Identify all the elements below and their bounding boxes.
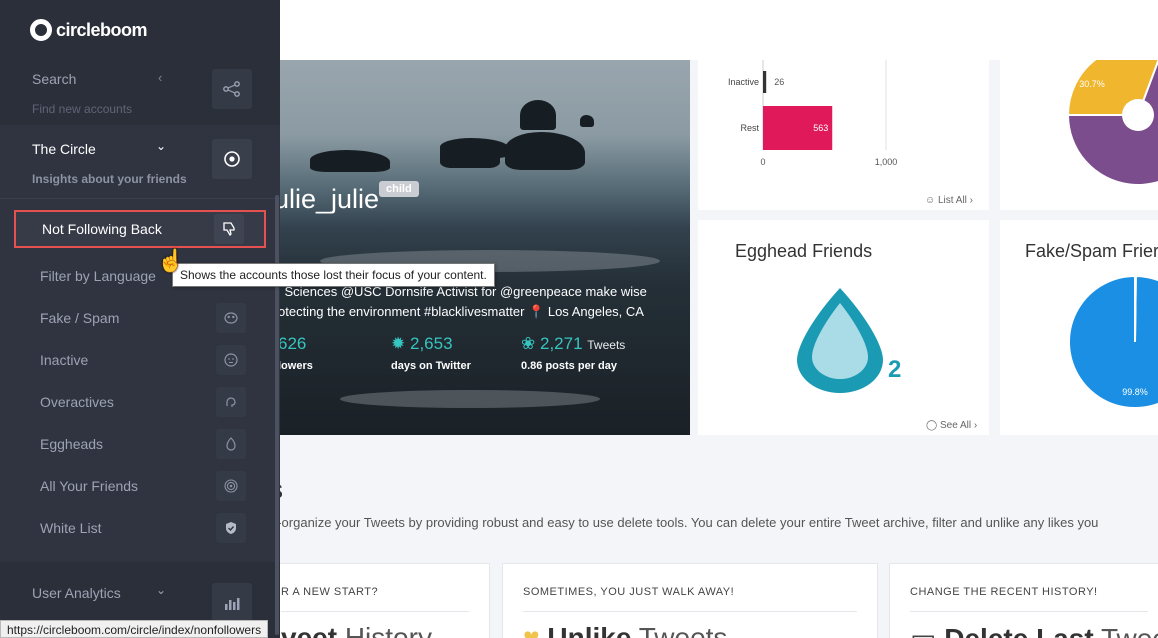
sidebar-item-label: Fake / Spam (40, 310, 120, 326)
list-all-link[interactable]: ☺ List All › (925, 195, 973, 206)
feature-card-delete[interactable]: CHANGE THE RECENT HISTORY! ▭ Delete Last… (889, 563, 1158, 638)
bar-chart-icon[interactable] (212, 583, 252, 623)
sidebar-scrollbar[interactable] (275, 195, 279, 635)
sidebar-item-inactive[interactable]: Inactive (14, 341, 266, 379)
stat-followers: 626 lowers (280, 334, 313, 372)
location-pin-icon: 📍 (528, 304, 545, 319)
sidebar-item-white-list[interactable]: White List (14, 509, 266, 547)
sidebar-item-label: Not Following Back (42, 221, 162, 237)
thumbs-down-icon (214, 214, 244, 244)
pie-fake-slice-label: 99.8% (1122, 387, 1148, 397)
category-label: Rest (740, 123, 759, 133)
circleboom-logo-icon (30, 19, 52, 41)
profile-bio: l Sciences @USC Dornsife Activist for @g… (280, 282, 688, 322)
hand-cursor-icon: ☝ (157, 248, 185, 273)
sidebar-item-overactives[interactable]: Overactives (14, 383, 266, 421)
chevron-down-icon[interactable]: ⌄ (156, 583, 166, 597)
tick-label: 0 (760, 157, 765, 167)
feature-caption: SOMETIMES, YOU JUST WALK AWAY! (523, 586, 735, 598)
egghead-count: 2 (888, 356, 902, 383)
sidebar-item-label: All Your Friends (40, 478, 139, 494)
sidebar-circle-sub: Insights about your friends (32, 172, 187, 186)
feature-title: veet History (281, 622, 432, 638)
feature-card-history[interactable]: R A NEW START? veet History (260, 563, 490, 638)
chevron-down-icon[interactable]: ⌄ (156, 139, 166, 153)
pie-fake-slice-1 (1134, 274, 1137, 343)
egg-icon (216, 429, 246, 459)
section-description: e-organize your Tweets by providing robu… (270, 515, 1099, 530)
mask-icon (216, 303, 246, 333)
pie-top-slice-label: 30.7% (1079, 79, 1105, 89)
feature-title: ▭ Delete Last Tweets (910, 622, 1158, 638)
feature-caption: R A NEW START? (281, 586, 379, 598)
egg-icon: ◯ (926, 420, 938, 431)
stat-tweets: ❀ 2,271 Tweets 0.86 posts per day (521, 334, 626, 372)
stat-days: ✹ 2,653 days on Twitter (391, 334, 471, 372)
heart-icon: ♥ (523, 622, 540, 638)
sidebar: circleboom Search ‹ Find new accounts Th… (0, 0, 280, 638)
bar-value-label: 563 (813, 123, 828, 133)
egghead-title: Egghead Friends (735, 241, 873, 261)
sleepy-face-icon (216, 345, 246, 375)
sidebar-user-analytics-label[interactable]: User Analytics (32, 585, 121, 601)
pie-top-hole (1122, 99, 1154, 131)
brand-name: circleboom (56, 19, 148, 40)
top-bar (280, 0, 1158, 60)
bar-inactive (763, 71, 767, 93)
circle-submenu (0, 198, 280, 562)
sidebar-item-not-following-back[interactable]: Not Following Back (14, 210, 266, 248)
brain-icon (216, 387, 246, 417)
feature-caption: CHANGE THE RECENT HISTORY! (910, 586, 1098, 598)
target-icon[interactable] (212, 139, 252, 179)
status-bar-url: https://circleboom.com/circle/index/nonf… (0, 620, 269, 638)
sidebar-item-label: Overactives (40, 394, 114, 410)
activity-card: Inactive 26 Rest 563 0 1,000 ☺ List All › (698, 60, 989, 210)
sidebar-search-sub: Find new accounts (32, 102, 133, 116)
sidebar-item-fake-spam[interactable]: Fake / Spam (14, 299, 266, 337)
sidebar-search-label[interactable]: Search (32, 71, 76, 87)
profile-hero: ulie_julie child l Sciences @USC Dornsif… (280, 60, 690, 435)
egg-illustration-icon (797, 288, 883, 393)
sidebar-item-label: Inactive (40, 352, 89, 368)
pie-chart-fake-spam: 99.8% (1068, 274, 1158, 409)
category-label: Inactive (728, 77, 759, 87)
shield-check-icon (216, 513, 246, 543)
egghead-card: Egghead Friends 2 ◯ See All › (698, 220, 989, 435)
activity-bar-chart: Inactive 26 Rest 563 0 1,000 (728, 60, 898, 167)
sidebar-item-eggheads[interactable]: Eggheads (14, 425, 266, 463)
twitter-bird-icon: ❀ (521, 334, 536, 353)
sidebar-circle-label[interactable]: The Circle (32, 141, 96, 157)
profile-badge: child (379, 181, 419, 197)
tooltip: Shows the accounts those lost their focu… (172, 263, 495, 287)
bar-value-label: 26 (774, 77, 784, 87)
sidebar-item-label: Eggheads (40, 436, 104, 452)
profile-name: ulie_julie (280, 184, 380, 214)
network-icon[interactable] (212, 69, 252, 109)
profile-bio-line2: otecting the environment #blacklivesmatt… (280, 304, 644, 319)
pie-card-top: 30.7% (1000, 60, 1158, 210)
see-all-link[interactable]: ◯ See All › (926, 420, 977, 431)
brand[interactable]: circleboom (0, 0, 280, 60)
sidebar-item-all-your-friends[interactable]: All Your Friends (14, 467, 266, 505)
profile-location: Los Angeles, CA (547, 304, 644, 319)
feature-title: ♥ Unlike Tweets (523, 622, 727, 638)
fake-spam-card: Fake/Spam Frier 99.8% (1000, 220, 1158, 435)
smile-icon: ☺ (925, 195, 936, 206)
pie-chart-top: 30.7% (1066, 60, 1158, 186)
tick-label: 1,000 (875, 157, 898, 167)
trash-icon: ▭ (910, 623, 936, 638)
sidebar-item-label: Filter by Language (40, 268, 156, 284)
sidebar-item-label: White List (40, 520, 102, 536)
feature-card-unlike[interactable]: SOMETIMES, YOU JUST WALK AWAY! ♥ Unlike … (502, 563, 878, 638)
badge-icon: ✹ (391, 334, 406, 353)
rings-icon (216, 471, 246, 501)
chevron-left-icon[interactable]: ‹ (158, 70, 162, 85)
